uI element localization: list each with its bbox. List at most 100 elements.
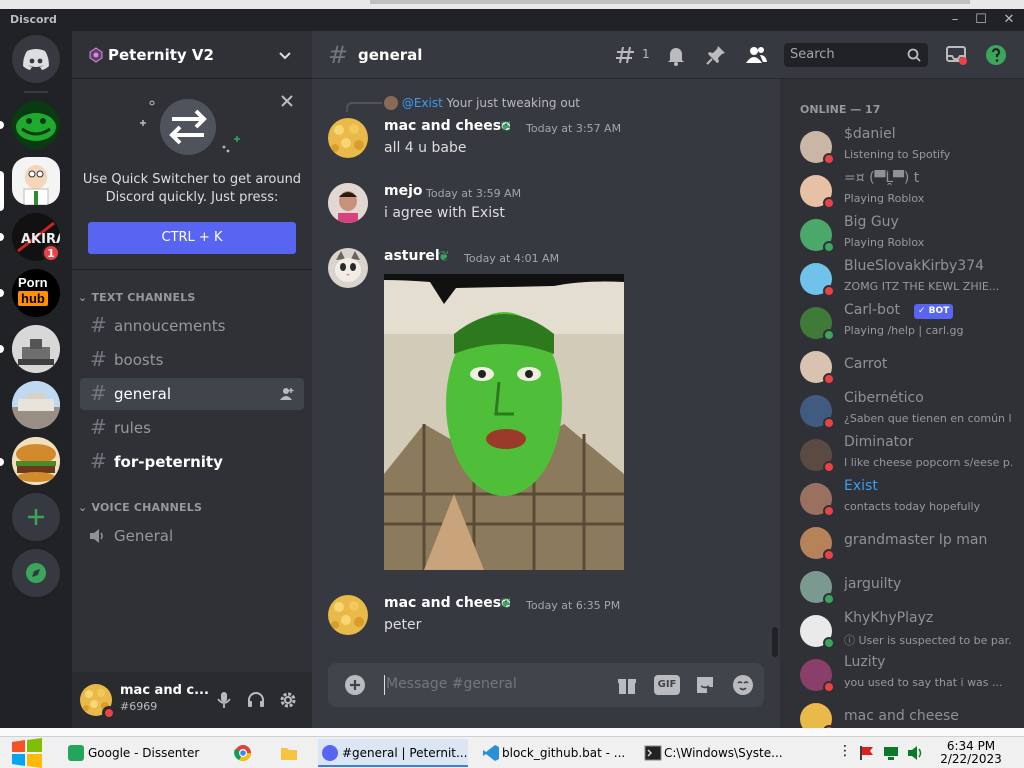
threads-icon[interactable] bbox=[614, 43, 638, 67]
leaf-badge-icon: ❦ bbox=[438, 249, 450, 265]
message-author[interactable]: mac and cheese bbox=[384, 595, 511, 611]
speaker-icon bbox=[90, 529, 103, 543]
gif-button[interactable]: GIF bbox=[654, 675, 680, 695]
avatar[interactable] bbox=[328, 248, 368, 288]
close-window-button[interactable]: ✕ bbox=[998, 11, 1020, 29]
online-header: ONLINE — 17 bbox=[800, 103, 881, 116]
home-button[interactable] bbox=[12, 35, 60, 83]
taskbar-item-dissenter[interactable]: Google - Dissenter bbox=[64, 739, 222, 767]
member-item[interactable]: KhyKhyPlayz ⓘ User is suspected to be par… bbox=[788, 610, 1016, 652]
flag-icon[interactable] bbox=[858, 745, 876, 761]
microphone-icon[interactable] bbox=[214, 690, 234, 710]
presence-status-icon bbox=[823, 417, 835, 429]
taskbar-item-cmd[interactable]: C:\Windows\Syste... bbox=[640, 739, 790, 767]
member-item[interactable]: BlueSlovakKirby374 ZOMG ITZ THE KEWL ZHIE… bbox=[788, 258, 1016, 300]
member-item[interactable]: Luzity you used to say that i was ... bbox=[788, 654, 1016, 696]
inbox-icon[interactable] bbox=[944, 43, 968, 67]
message-author[interactable]: asturel bbox=[384, 248, 440, 264]
close-promo-icon[interactable] bbox=[279, 93, 295, 109]
taskbar-label: C:\Windows\Syste... bbox=[664, 746, 783, 760]
member-item[interactable]: $daniel Listening to Spotify bbox=[788, 126, 1016, 168]
minimize-button[interactable]: – bbox=[944, 11, 966, 29]
quick-switcher-button[interactable]: CTRL + K bbox=[88, 222, 296, 254]
member-name: Diminator bbox=[844, 434, 914, 450]
server-building[interactable] bbox=[12, 381, 60, 429]
avatar[interactable] bbox=[328, 183, 368, 223]
pin-icon[interactable] bbox=[704, 43, 728, 67]
server-ph[interactable]: Porn hub bbox=[12, 269, 60, 317]
message-image-attachment[interactable] bbox=[384, 274, 624, 570]
system-clock[interactable]: 6:34 PM 2/22/2023 bbox=[938, 740, 1004, 766]
selected-pill bbox=[0, 171, 4, 211]
explore-servers-button[interactable] bbox=[12, 549, 60, 597]
member-name: Cibernético bbox=[844, 390, 924, 406]
network-icon[interactable] bbox=[882, 745, 900, 761]
member-item[interactable]: Exist contacts today hopefully bbox=[788, 478, 1016, 520]
chat-scrollbar[interactable] bbox=[772, 627, 778, 657]
maximize-button[interactable]: ☐ bbox=[970, 11, 992, 29]
text-cursor bbox=[384, 675, 385, 695]
server-trollface[interactable] bbox=[12, 101, 60, 149]
category-voice-channels[interactable]: ⌄ VOICE CHANNELS bbox=[78, 501, 202, 514]
member-item[interactable]: Diminator I like cheese popcorn s/eese p.… bbox=[788, 434, 1016, 476]
channel-boosts[interactable]: # boosts bbox=[80, 344, 304, 376]
presence-status-icon bbox=[823, 285, 835, 297]
member-item[interactable]: Big Guy Playing Roblox bbox=[788, 214, 1016, 256]
guild-header[interactable]: Peternity V2 bbox=[72, 31, 312, 79]
discord-app-icon bbox=[322, 745, 338, 761]
voice-channel-general[interactable]: General bbox=[80, 520, 304, 552]
add-attachment-icon[interactable] bbox=[344, 674, 366, 696]
taskbar-label: Google - Dissenter bbox=[88, 746, 200, 760]
reply-text: Your just tweaking out bbox=[446, 96, 581, 110]
emoji-icon[interactable] bbox=[732, 674, 754, 696]
category-text-channels[interactable]: ⌄ TEXT CHANNELS bbox=[78, 291, 196, 304]
peter-avatar-icon bbox=[23, 165, 49, 205]
message-author[interactable]: mejo bbox=[384, 183, 423, 199]
headphones-icon[interactable] bbox=[246, 690, 266, 710]
tank-image-icon bbox=[12, 325, 60, 373]
channel-sidebar: Peternity V2 Use Quick Switcher to get a… bbox=[0, 31, 312, 728]
avatar[interactable] bbox=[328, 118, 368, 158]
leaf-badge-icon: ❦ bbox=[500, 119, 512, 135]
server-peternity[interactable] bbox=[12, 157, 60, 205]
taskbar-item-explorer[interactable] bbox=[274, 739, 304, 767]
member-item[interactable]: Cibernético ¿Saben que tienen en común l.… bbox=[788, 390, 1016, 432]
add-member-icon[interactable] bbox=[280, 387, 294, 401]
overflow-dots-icon[interactable]: ⋮ bbox=[838, 743, 852, 759]
taskbar-item-chrome[interactable] bbox=[228, 739, 258, 767]
member-item[interactable]: =¤ (▀̿Ĺ̯▀̿) t Playing Roblox bbox=[788, 170, 1016, 212]
server-tank[interactable] bbox=[12, 325, 60, 373]
member-name: Exist bbox=[844, 478, 878, 494]
member-item[interactable]: jarguilty bbox=[788, 566, 1016, 608]
taskbar-item-bat[interactable]: block_github.bat - ... bbox=[478, 739, 630, 767]
search-input[interactable]: Search bbox=[784, 43, 928, 67]
member-name: Carl-bot bbox=[844, 302, 900, 318]
sticker-icon[interactable] bbox=[694, 674, 716, 696]
taskbar-item-discord[interactable]: #general | Peternit... bbox=[318, 739, 468, 767]
member-item[interactable]: Carl-bot ✓ BOT Playing /help | carl.gg bbox=[788, 302, 1016, 344]
leaf-badge-icon: ❦ bbox=[500, 596, 512, 612]
server-burger[interactable] bbox=[12, 437, 60, 485]
member-item[interactable]: grandmaster Ip man bbox=[788, 522, 1016, 564]
message-composer[interactable]: Message #general GIF bbox=[328, 663, 764, 707]
reply-connector bbox=[346, 102, 382, 112]
channel-annoucements[interactable]: # annoucements bbox=[80, 310, 304, 342]
channel-label: rules bbox=[114, 419, 151, 437]
green-face-meme-image bbox=[384, 274, 624, 570]
windows-start-icon[interactable] bbox=[10, 738, 44, 768]
add-server-button[interactable] bbox=[12, 493, 60, 541]
unread-pill bbox=[0, 121, 4, 129]
avatar[interactable] bbox=[328, 595, 368, 635]
channel-general[interactable]: # general bbox=[80, 378, 304, 410]
gift-icon[interactable] bbox=[616, 674, 638, 696]
channel-for-peternity[interactable]: # for-peternity bbox=[80, 446, 304, 478]
members-icon[interactable] bbox=[744, 43, 768, 67]
gear-icon[interactable] bbox=[278, 690, 298, 710]
message-author[interactable]: mac and cheese bbox=[384, 118, 511, 134]
volume-icon[interactable] bbox=[906, 745, 924, 761]
reply-preview[interactable]: @Exist Your just tweaking out bbox=[384, 96, 580, 110]
member-item[interactable]: Carrot bbox=[788, 346, 1016, 388]
help-icon[interactable] bbox=[984, 43, 1008, 67]
channel-rules[interactable]: # rules bbox=[80, 412, 304, 444]
bell-icon[interactable] bbox=[664, 43, 688, 67]
